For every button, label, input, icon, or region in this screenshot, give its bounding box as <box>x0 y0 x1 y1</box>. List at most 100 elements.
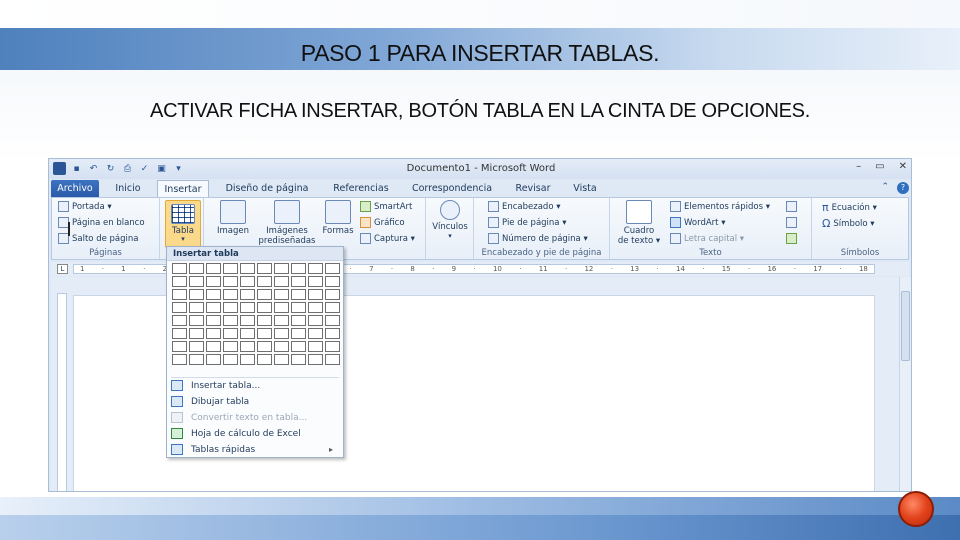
table-grid-cell[interactable] <box>325 289 340 300</box>
table-grid-cell[interactable] <box>257 263 272 274</box>
table-grid-cell[interactable] <box>308 302 323 313</box>
table-grid-cell[interactable] <box>257 315 272 326</box>
table-grid-cell[interactable] <box>257 289 272 300</box>
salto-de-pagina-button[interactable]: Salto de página <box>58 233 139 244</box>
date-time-button[interactable] <box>786 217 797 228</box>
table-grid-cell[interactable] <box>189 328 204 339</box>
table-grid-cell[interactable] <box>223 289 238 300</box>
table-grid-cell[interactable] <box>274 341 289 352</box>
pagina-en-blanco-button[interactable]: Página en blanco <box>58 217 145 228</box>
minimize-button[interactable]: – <box>856 161 861 172</box>
table-grid-cell[interactable] <box>189 263 204 274</box>
captura-button[interactable]: Captura ▾ <box>360 233 415 244</box>
table-grid-cell[interactable] <box>291 276 306 287</box>
table-grid-cell[interactable] <box>223 328 238 339</box>
table-grid-cell[interactable] <box>325 276 340 287</box>
table-grid-cell[interactable] <box>223 302 238 313</box>
table-grid-cell[interactable] <box>240 276 255 287</box>
table-grid-cell[interactable] <box>274 263 289 274</box>
formas-button[interactable]: Formas <box>318 200 358 236</box>
table-grid-cell[interactable] <box>291 341 306 352</box>
table-grid-cell[interactable] <box>172 289 187 300</box>
table-grid-cell[interactable] <box>206 302 221 313</box>
table-grid-cell[interactable] <box>325 302 340 313</box>
table-grid-cell[interactable] <box>308 289 323 300</box>
signature-line-button[interactable] <box>786 201 797 212</box>
vertical-scrollbar[interactable] <box>899 277 911 491</box>
table-grid-cell[interactable] <box>172 315 187 326</box>
table-grid-cell[interactable] <box>274 276 289 287</box>
wordart-button[interactable]: WordArt ▾ <box>670 217 725 228</box>
table-grid-cell[interactable] <box>189 341 204 352</box>
menu-item-tablas-rapidas[interactable]: Tablas rápidas ▸ <box>171 442 339 457</box>
imagen-button[interactable]: Imagen <box>210 200 256 236</box>
cuadro-de-texto-button[interactable]: Cuadro de texto ▾ <box>614 200 664 246</box>
grafico-button[interactable]: Gráfico <box>360 217 405 228</box>
table-grid-cell[interactable] <box>308 276 323 287</box>
restore-button[interactable]: ▭ <box>875 161 884 172</box>
table-grid-cell[interactable] <box>257 354 272 365</box>
table-grid-cell[interactable] <box>291 302 306 313</box>
table-grid-cell[interactable] <box>274 315 289 326</box>
table-grid-cell[interactable] <box>223 341 238 352</box>
table-grid-cell[interactable] <box>308 263 323 274</box>
table-grid-cell[interactable] <box>240 263 255 274</box>
table-grid-cell[interactable] <box>240 302 255 313</box>
menu-item-convertir-texto[interactable]: Convertir texto en tabla... <box>171 410 339 425</box>
tabla-button[interactable]: Tabla ▾ <box>165 200 201 248</box>
menu-item-hoja-excel[interactable]: Hoja de cálculo de Excel <box>171 426 339 441</box>
ecuacion-button[interactable]: π Ecuación ▾ <box>822 201 877 214</box>
table-grid-cell[interactable] <box>291 354 306 365</box>
letra-capital-button[interactable]: Letra capital ▾ <box>670 233 744 244</box>
table-grid-cell[interactable] <box>257 276 272 287</box>
table-grid-cell[interactable] <box>172 354 187 365</box>
table-grid-cell[interactable] <box>206 263 221 274</box>
table-grid-cell[interactable] <box>325 263 340 274</box>
table-grid-cell[interactable] <box>223 315 238 326</box>
table-grid-cell[interactable] <box>308 315 323 326</box>
table-size-grid[interactable] <box>172 263 340 365</box>
table-grid-cell[interactable] <box>206 328 221 339</box>
imagenes-prediseñadas-button[interactable]: Imágenes prediseñadas <box>256 200 318 246</box>
table-grid-cell[interactable] <box>274 289 289 300</box>
table-grid-cell[interactable] <box>223 263 238 274</box>
object-button[interactable] <box>786 233 797 244</box>
table-grid-cell[interactable] <box>291 263 306 274</box>
table-grid-cell[interactable] <box>189 315 204 326</box>
table-grid-cell[interactable] <box>206 276 221 287</box>
table-grid-cell[interactable] <box>223 276 238 287</box>
table-grid-cell[interactable] <box>257 341 272 352</box>
table-grid-cell[interactable] <box>257 302 272 313</box>
table-grid-cell[interactable] <box>308 354 323 365</box>
smartart-button[interactable]: SmartArt <box>360 201 412 212</box>
encabezado-button[interactable]: Encabezado ▾ <box>488 201 561 212</box>
table-grid-cell[interactable] <box>240 315 255 326</box>
pie-de-pagina-button[interactable]: Pie de página ▾ <box>488 217 567 228</box>
table-grid-cell[interactable] <box>172 302 187 313</box>
table-grid-cell[interactable] <box>325 341 340 352</box>
table-grid-cell[interactable] <box>291 328 306 339</box>
scrollbar-thumb[interactable] <box>901 291 910 361</box>
table-grid-cell[interactable] <box>308 341 323 352</box>
table-grid-cell[interactable] <box>172 263 187 274</box>
table-grid-cell[interactable] <box>189 289 204 300</box>
table-grid-cell[interactable] <box>206 315 221 326</box>
table-grid-cell[interactable] <box>189 302 204 313</box>
table-grid-cell[interactable] <box>257 328 272 339</box>
table-grid-cell[interactable] <box>325 328 340 339</box>
tab-correspondencia[interactable]: Correspondencia <box>405 180 499 197</box>
table-grid-cell[interactable] <box>240 341 255 352</box>
tab-archivo[interactable]: Archivo <box>51 180 99 197</box>
table-grid-cell[interactable] <box>189 354 204 365</box>
elementos-rapidos-button[interactable]: Elementos rápidos ▾ <box>670 201 770 212</box>
tab-vista[interactable]: Vista <box>565 180 605 197</box>
table-grid-cell[interactable] <box>206 354 221 365</box>
close-button[interactable]: ✕ <box>899 161 907 172</box>
table-grid-cell[interactable] <box>240 289 255 300</box>
portada-button[interactable]: Portada ▾ <box>58 201 112 212</box>
table-grid-cell[interactable] <box>240 354 255 365</box>
vinculos-button[interactable]: Vínculos ▾ <box>430 200 470 240</box>
menu-item-insertar-tabla[interactable]: Insertar tabla... <box>171 378 339 393</box>
tab-stop-selector[interactable]: L <box>57 264 68 274</box>
table-grid-cell[interactable] <box>325 315 340 326</box>
